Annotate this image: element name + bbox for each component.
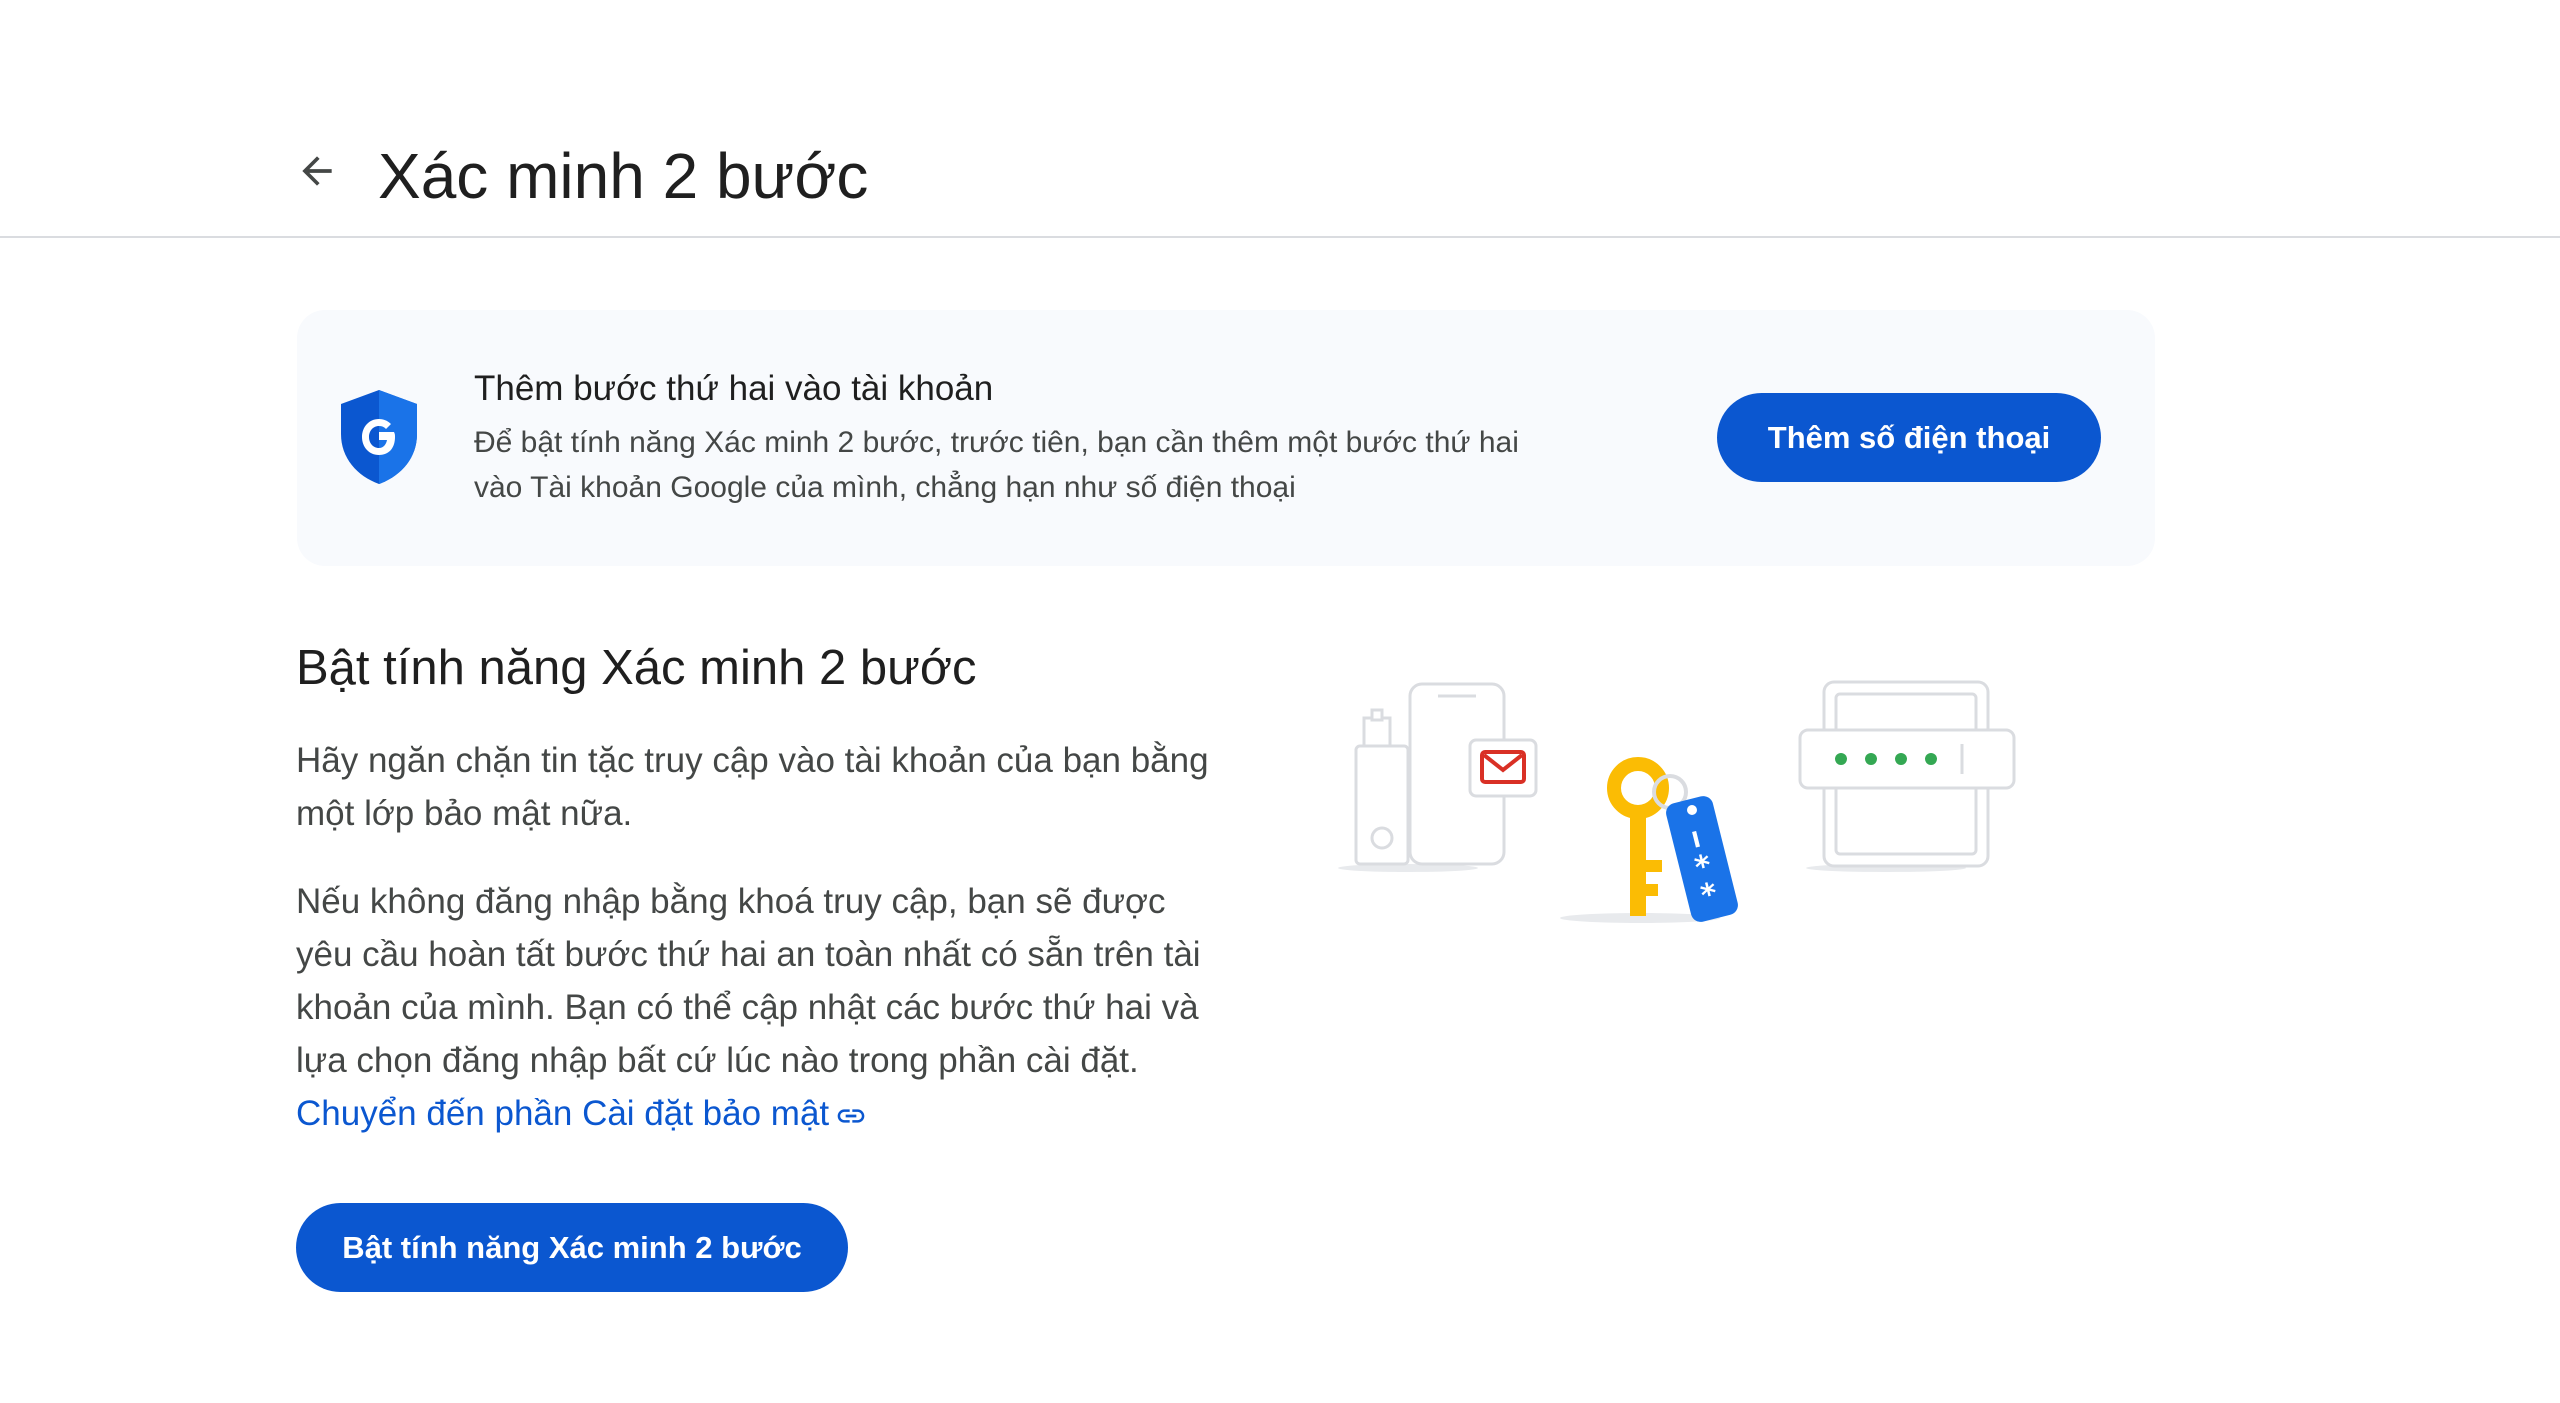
google-shield-icon bbox=[341, 390, 417, 484]
banner-description: Để bật tính năng Xác minh 2 bước, trước … bbox=[474, 426, 1519, 504]
security-key-icon: I * * bbox=[1560, 757, 1738, 923]
section-title: Bật tính năng Xác minh 2 bước bbox=[296, 641, 977, 695]
add-phone-number-button[interactable]: Thêm số điện thoại bbox=[1717, 393, 2101, 482]
add-second-step-banner: Thêm bước thứ hai vào tài khoản Để bật t… bbox=[297, 310, 2155, 566]
page-title: Xác minh 2 bước bbox=[378, 140, 869, 212]
back-button[interactable] bbox=[282, 136, 352, 206]
password-tablet-icon bbox=[1798, 680, 2016, 872]
details-paragraph-text: Nếu không đăng nhập bằng khoá truy cập, … bbox=[296, 882, 1201, 1080]
banner-title: Thêm bước thứ hai vào tài khoản bbox=[474, 369, 994, 408]
link-icon bbox=[837, 1109, 865, 1123]
intro-paragraph: Hãy ngăn chặn tin tặc truy cập vào tài k… bbox=[296, 741, 1209, 833]
phone-device-icon bbox=[1338, 682, 1538, 872]
arrow-left-icon bbox=[302, 156, 332, 186]
turn-on-2sv-button[interactable]: Bật tính năng Xác minh 2 bước bbox=[296, 1203, 848, 1292]
details-paragraph: Nếu không đăng nhập bằng khoá truy cập, … bbox=[296, 875, 1216, 1140]
security-settings-link[interactable]: Chuyển đến phần Cài đặt bảo mật bbox=[296, 1094, 867, 1133]
page-header: Xác minh 2 bước bbox=[0, 0, 2560, 238]
security-settings-link-label: Chuyển đến phần Cài đặt bảo mật bbox=[296, 1094, 830, 1133]
two-step-illustration: I * * bbox=[1338, 680, 2016, 923]
